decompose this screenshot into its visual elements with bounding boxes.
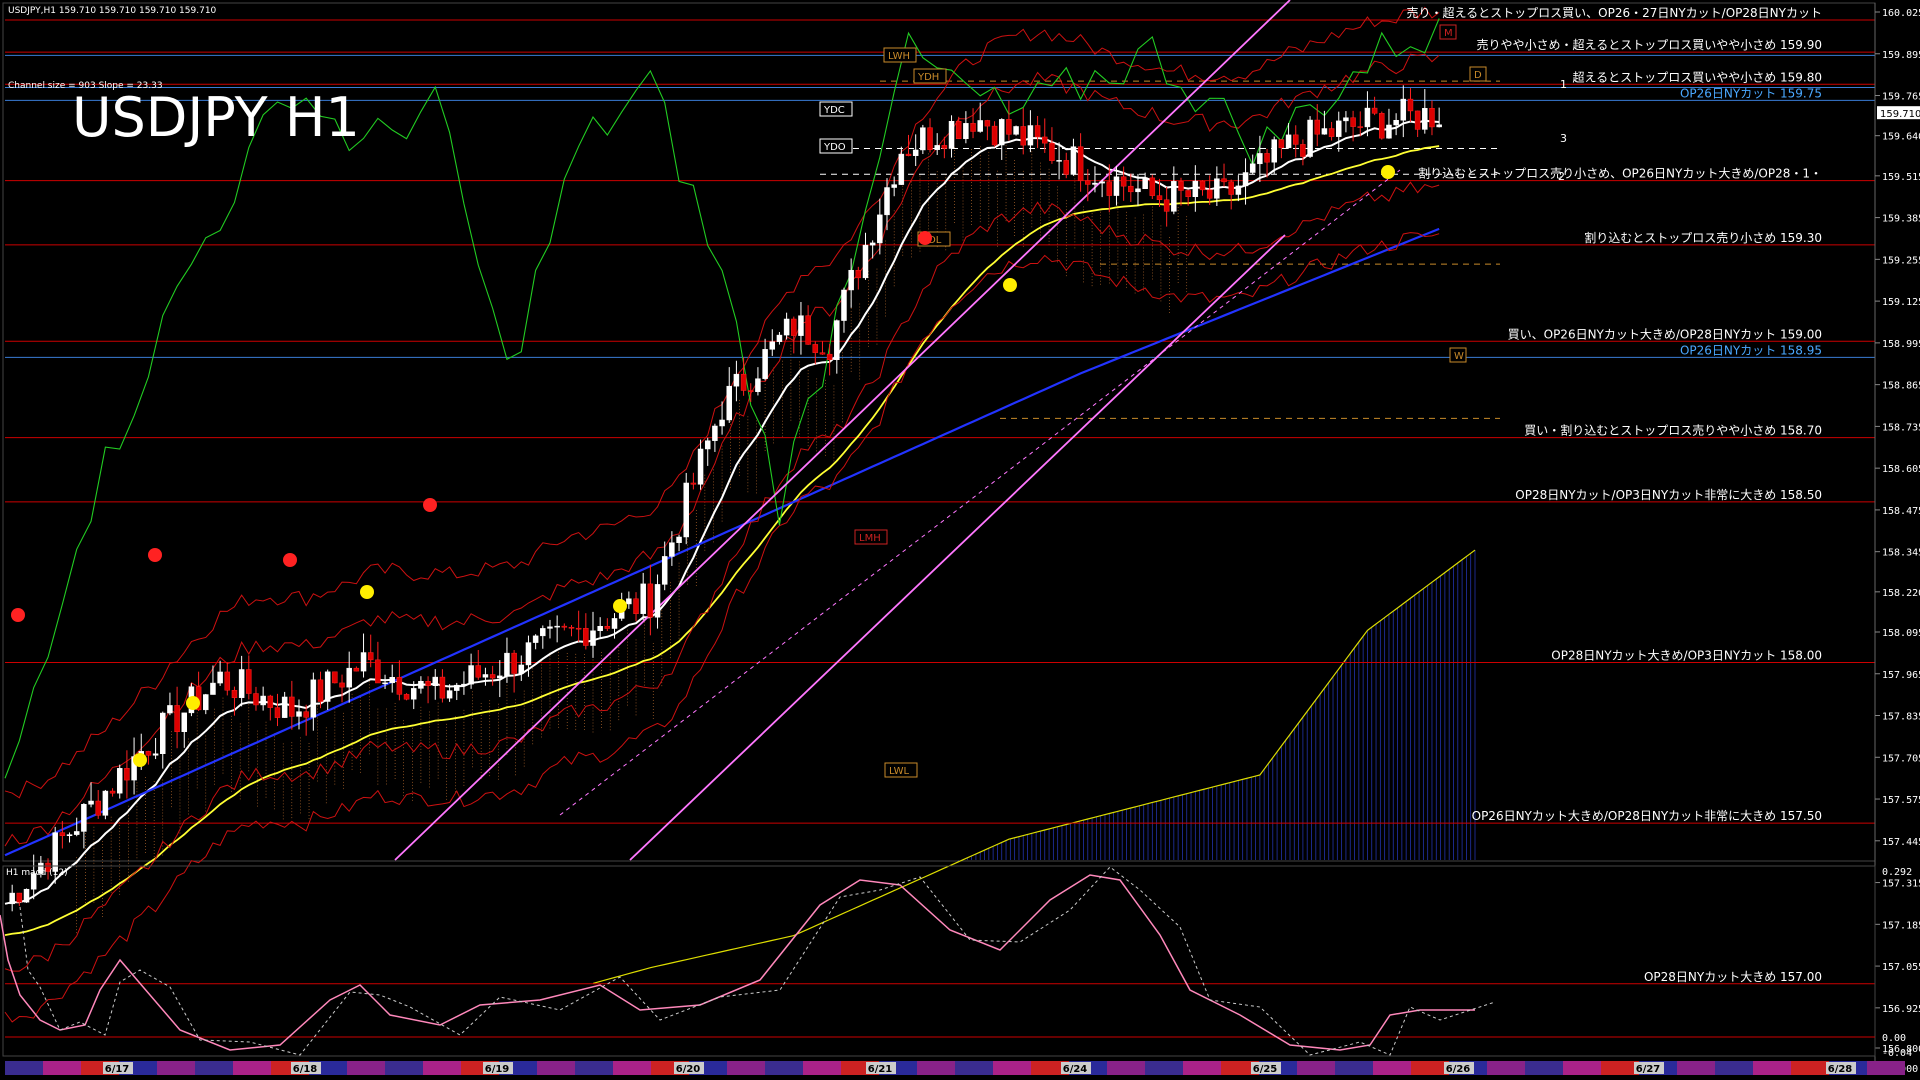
level-annotation: OP28日NYカット/OP3日NYカット非常に大きめ 158.50 bbox=[1515, 488, 1822, 502]
level-annotation: OP26日NYカット大きめ/OP28日NYカット非常に大きめ 157.50 bbox=[1472, 809, 1822, 823]
candle bbox=[920, 124, 926, 155]
price-tick: 156.925 bbox=[1882, 1004, 1920, 1015]
signal-arrow-icon bbox=[11, 608, 25, 622]
macd-tick: -0.04 bbox=[1882, 1048, 1912, 1059]
price-tick: 158.735 bbox=[1882, 422, 1920, 433]
date-tick: 6/26 bbox=[1446, 1064, 1471, 1075]
channel-number: 1 bbox=[1560, 78, 1567, 91]
marker-label: YDC bbox=[823, 105, 845, 116]
level-annotation: 割り込むとストップロス売り小さめ 159.30 bbox=[1584, 230, 1822, 245]
marker-label: LWH bbox=[888, 51, 910, 62]
price-tick: 158.095 bbox=[1882, 628, 1920, 639]
price-tick: 159.125 bbox=[1882, 297, 1920, 308]
price-tick: 159.895 bbox=[1882, 50, 1920, 61]
price-tick: 158.345 bbox=[1882, 548, 1920, 559]
price-tick: 157.055 bbox=[1882, 962, 1920, 973]
date-tick: 6/28 bbox=[1828, 1064, 1853, 1075]
macd-tick: 0.292 bbox=[1882, 867, 1912, 878]
price-tick: 157.575 bbox=[1882, 795, 1920, 806]
date-tick: 6/21 bbox=[868, 1064, 893, 1075]
candle bbox=[1379, 111, 1385, 140]
date-tick: 6/18 bbox=[293, 1064, 318, 1075]
date-tick: 6/24 bbox=[1063, 1064, 1088, 1075]
price-tick: 158.220 bbox=[1882, 588, 1920, 599]
level-annotation: OP28日NYカット大きめ/OP3日NYカット 158.00 bbox=[1551, 649, 1822, 663]
price-tick: 157.315 bbox=[1882, 879, 1920, 890]
price-tick: 159.640 bbox=[1882, 132, 1920, 143]
price-tick: 159.765 bbox=[1882, 92, 1920, 103]
signal-arrow-icon bbox=[360, 585, 374, 599]
marker-label: M bbox=[1444, 28, 1453, 39]
price-tick: 157.705 bbox=[1882, 753, 1920, 764]
price-tick: 158.995 bbox=[1882, 339, 1920, 350]
price-tick: 159.515 bbox=[1882, 172, 1920, 183]
signal-arrow-icon bbox=[283, 553, 297, 567]
macd-label: H1 macd (12) bbox=[6, 868, 68, 878]
marker-label: LWL bbox=[889, 766, 910, 777]
price-tick: 159.385 bbox=[1882, 214, 1920, 225]
current-price-label: 159.710 bbox=[1880, 109, 1920, 120]
level-annotation: 買い、OP26日NYカット大きめ/OP28日NYカット 159.00 bbox=[1508, 327, 1822, 341]
level-annotation: 割り込むとストップロス売り小さめ、OP26日NYカット大きめ/OP28・1・ bbox=[1418, 166, 1822, 181]
usdjpy-h1-chart: 売り・超えるとストップロス買い、OP26・27日NYカット/OP28日NYカット… bbox=[0, 0, 1920, 1080]
level-annotation: 超えるとストップロス買いやや小さめ 159.80 bbox=[1573, 69, 1822, 84]
price-tick: 160.025 bbox=[1882, 8, 1920, 19]
level-annotation: OP26日NYカット 159.75 bbox=[1680, 86, 1822, 100]
price-tick: 157.185 bbox=[1882, 920, 1920, 931]
marker-label: D bbox=[1474, 70, 1482, 81]
chart-title: USDJPY H1 bbox=[72, 86, 360, 149]
macd-tick: 0.00 bbox=[1882, 1033, 1906, 1044]
signal-arrow-icon bbox=[133, 753, 147, 767]
symbol-info: USDJPY,H1 159.710 159.710 159.710 159.71… bbox=[8, 6, 217, 16]
candle bbox=[1307, 116, 1313, 158]
candle bbox=[683, 472, 689, 545]
channel-number: 3 bbox=[1560, 132, 1567, 145]
signal-arrow-icon bbox=[1381, 165, 1395, 179]
candle bbox=[1013, 125, 1019, 136]
candle bbox=[403, 693, 410, 701]
level-annotation: 売りやや小さめ・超えるとストップロス買いやや小さめ 159.90 bbox=[1477, 37, 1822, 52]
level-annotation: 買い・割り込むとストップロス売りやや小さめ 158.70 bbox=[1524, 423, 1822, 438]
signal-arrow-icon bbox=[918, 231, 932, 245]
date-tick: 6/25 bbox=[1253, 1064, 1278, 1075]
signal-arrow-icon bbox=[1003, 278, 1017, 292]
candle bbox=[23, 888, 30, 903]
price-tick: 157.835 bbox=[1882, 712, 1920, 723]
date-tick: 6/27 bbox=[1636, 1064, 1661, 1075]
date-tick: 6/17 bbox=[105, 1064, 130, 1075]
price-tick: 158.605 bbox=[1882, 464, 1920, 475]
price-tick: 157.445 bbox=[1882, 837, 1920, 848]
level-annotation: 売り・超えるとストップロス買い、OP26・27日NYカット/OP28日NYカット bbox=[1407, 5, 1822, 20]
level-annotation: OP28日NYカット大きめ 157.00 bbox=[1644, 970, 1822, 984]
signal-arrow-icon bbox=[186, 696, 200, 710]
marker-label: W bbox=[1454, 351, 1464, 362]
marker-label: LMH bbox=[859, 533, 881, 544]
candle bbox=[1149, 174, 1156, 200]
candle bbox=[332, 671, 338, 684]
candle bbox=[102, 789, 109, 820]
price-tick: 159.255 bbox=[1882, 255, 1920, 266]
price-tick: 158.865 bbox=[1882, 381, 1920, 392]
date-tick: 6/20 bbox=[676, 1064, 701, 1075]
date-axis: 6/17 6/18 6/19 6/20 6/21 6/24 6/25 6/26 6/27 6/28 bbox=[5, 1061, 1905, 1075]
channel-number: 2 bbox=[1558, 170, 1565, 183]
signal-arrow-icon bbox=[423, 498, 437, 512]
signal-arrow-icon bbox=[148, 548, 162, 562]
signal-arrow-icon bbox=[613, 599, 627, 613]
price-tick: 158.475 bbox=[1882, 506, 1920, 517]
price-tick: 157.965 bbox=[1882, 670, 1920, 681]
marker-label: YDH bbox=[917, 72, 939, 83]
date-tick: 6/19 bbox=[485, 1064, 510, 1075]
marker-label: YDO bbox=[823, 142, 846, 153]
level-annotation: OP26日NYカット 158.95 bbox=[1680, 343, 1822, 357]
